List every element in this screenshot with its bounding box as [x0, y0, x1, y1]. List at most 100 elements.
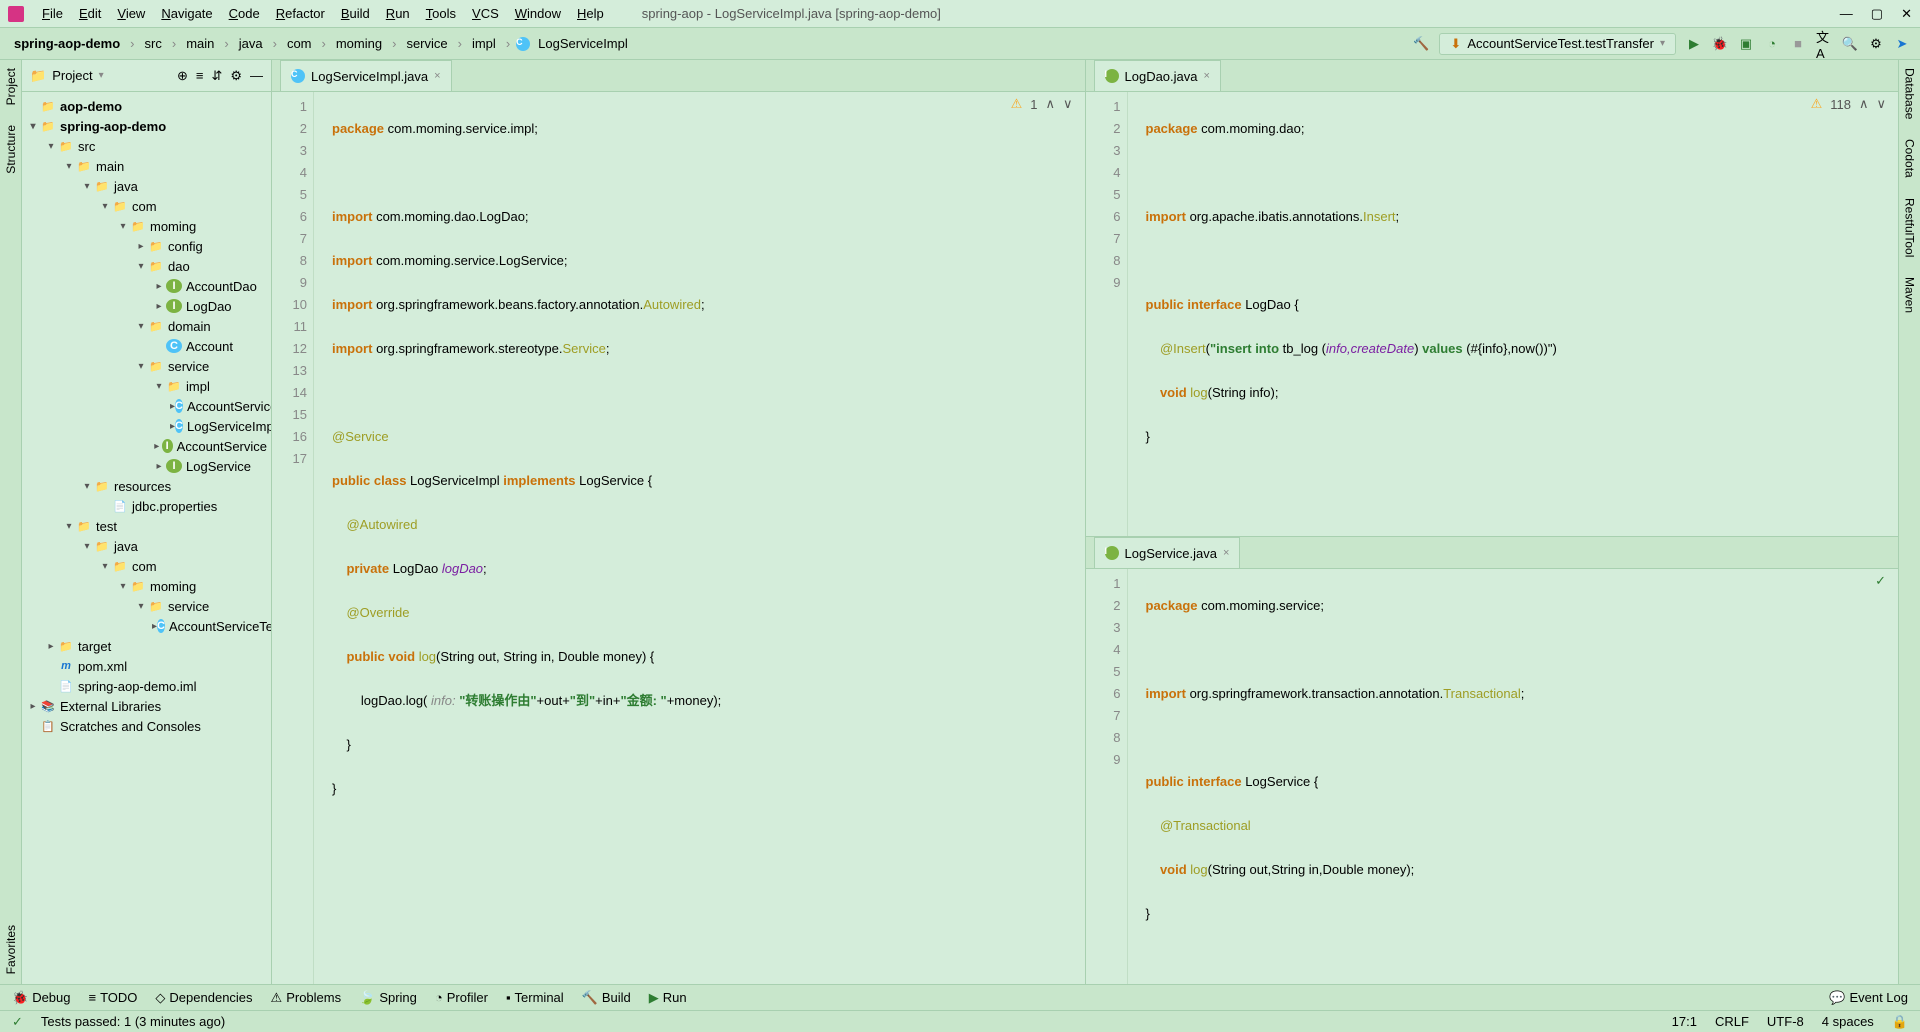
- status-line-sep[interactable]: CRLF: [1715, 1014, 1749, 1029]
- menu-navigate[interactable]: Navigate: [153, 3, 220, 24]
- menu-edit[interactable]: Edit: [71, 3, 109, 24]
- menu-window[interactable]: Window: [507, 3, 569, 24]
- interface-icon: I: [166, 279, 182, 293]
- folder-icon: 📁: [58, 139, 74, 153]
- tool-restfultool[interactable]: RestfulTool: [1903, 198, 1917, 257]
- project-folder-icon: 📁: [30, 68, 46, 84]
- settings-gear-icon[interactable]: ⚙: [230, 68, 242, 84]
- tool-terminal[interactable]: ▪Terminal: [506, 990, 564, 1005]
- tab-close-icon[interactable]: ×: [1223, 547, 1229, 559]
- tool-codota[interactable]: Codota: [1903, 139, 1917, 178]
- terminal-icon: ▪: [506, 990, 511, 1005]
- debug-icon[interactable]: 🐞: [1712, 36, 1728, 52]
- tool-dependencies[interactable]: ◇Dependencies: [155, 990, 252, 1006]
- status-lock-icon[interactable]: 🔒: [1892, 1014, 1908, 1030]
- properties-icon: 📄: [112, 499, 128, 513]
- folder-icon: 📁: [112, 199, 128, 213]
- project-tree[interactable]: 📁aop-demo ▾📁spring-aop-demo ▾📁src ▾📁main…: [22, 92, 271, 984]
- status-encoding[interactable]: UTF-8: [1767, 1014, 1804, 1029]
- tool-structure[interactable]: Structure: [4, 125, 18, 174]
- search-icon[interactable]: 🔍: [1842, 36, 1858, 52]
- tool-profiler[interactable]: ◔Profiler: [435, 990, 488, 1005]
- menu-refactor[interactable]: Refactor: [268, 3, 333, 24]
- tool-maven[interactable]: Maven: [1903, 277, 1917, 313]
- tool-spring[interactable]: 🍃Spring: [359, 990, 417, 1006]
- interface-icon: I: [166, 459, 182, 473]
- collapse-icon[interactable]: ⇵: [211, 68, 222, 84]
- breadcrumb-file[interactable]: LogServiceImpl: [534, 36, 632, 51]
- next-warning-icon[interactable]: ∨: [1876, 96, 1886, 112]
- tab-logservice[interactable]: I LogService.java ×: [1094, 537, 1241, 568]
- status-cursor-pos[interactable]: 17:1: [1672, 1014, 1697, 1029]
- interface-icon: I: [1105, 69, 1119, 83]
- next-warning-icon[interactable]: ∨: [1063, 96, 1073, 112]
- maximize-icon[interactable]: ▢: [1871, 6, 1883, 22]
- tab-close-icon[interactable]: ×: [434, 70, 440, 82]
- tool-run[interactable]: ▶Run: [649, 990, 687, 1006]
- prev-warning-icon[interactable]: ∧: [1859, 96, 1869, 112]
- locate-icon[interactable]: ⊕: [177, 68, 188, 84]
- class-icon: C: [157, 619, 165, 633]
- warning-count: 1: [1030, 97, 1037, 112]
- line-gutter: 123456789: [1086, 92, 1128, 536]
- breadcrumb-java[interactable]: java: [235, 36, 267, 51]
- minimize-icon[interactable]: —: [1840, 6, 1853, 22]
- folder-icon: 📁: [130, 219, 146, 233]
- folder-icon: 📁: [58, 639, 74, 653]
- folder-icon: 📁: [148, 259, 164, 273]
- menu-run[interactable]: Run: [378, 3, 418, 24]
- run-icon[interactable]: ▶: [1686, 36, 1702, 52]
- tool-project[interactable]: Project: [4, 68, 18, 105]
- settings-icon[interactable]: ⚙: [1868, 36, 1884, 52]
- coverage-icon[interactable]: ▣: [1738, 36, 1754, 52]
- editor-logservice[interactable]: 123456789 package com.moming.service; im…: [1086, 569, 1899, 984]
- menu-file[interactable]: File: [34, 3, 71, 24]
- breadcrumb-service[interactable]: service: [402, 36, 451, 51]
- close-icon[interactable]: ✕: [1901, 6, 1912, 22]
- breadcrumb-src[interactable]: src: [141, 36, 166, 51]
- menu-help[interactable]: Help: [569, 3, 612, 24]
- stop-icon[interactable]: ■: [1790, 36, 1806, 52]
- menu-view[interactable]: View: [109, 3, 153, 24]
- menu-vcs[interactable]: VCS: [464, 3, 507, 24]
- folder-icon: 📁: [148, 239, 164, 253]
- breadcrumb-project[interactable]: spring-aop-demo: [10, 36, 124, 51]
- folder-icon: 📁: [94, 179, 110, 193]
- event-log[interactable]: 💬Event Log: [1829, 990, 1908, 1006]
- tab-logserviceimpl[interactable]: C LogServiceImpl.java ×: [280, 60, 452, 91]
- tab-logdao[interactable]: I LogDao.java ×: [1094, 60, 1221, 91]
- tool-build[interactable]: 🔨Build: [582, 990, 631, 1006]
- status-indent[interactable]: 4 spaces: [1822, 1014, 1874, 1029]
- tool-database[interactable]: Database: [1903, 68, 1917, 119]
- prev-warning-icon[interactable]: ∧: [1045, 96, 1055, 112]
- menu-code[interactable]: Code: [221, 3, 268, 24]
- tab-close-icon[interactable]: ×: [1204, 70, 1210, 82]
- run-config-selector[interactable]: ⬇ AccountServiceTest.testTransfer ▾: [1439, 33, 1676, 55]
- eventlog-icon: 💬: [1829, 990, 1845, 1006]
- breadcrumb-impl[interactable]: impl: [468, 36, 500, 51]
- tool-favorites[interactable]: Favorites: [4, 925, 18, 974]
- breadcrumb-main[interactable]: main: [182, 36, 218, 51]
- breadcrumb-moming[interactable]: moming: [332, 36, 386, 51]
- tool-problems[interactable]: ⚠Problems: [271, 990, 342, 1006]
- translate-icon[interactable]: 文A: [1816, 36, 1832, 52]
- build-hammer-icon[interactable]: 🔨: [1413, 36, 1429, 52]
- forward-icon[interactable]: ➤: [1894, 36, 1910, 52]
- play-icon: ▶: [649, 990, 659, 1006]
- spring-icon: 🍃: [359, 990, 375, 1006]
- class-icon: C: [291, 69, 305, 83]
- editor-logserviceimpl[interactable]: 1234567891011121314151617 package com.mo…: [272, 92, 1085, 984]
- expand-icon[interactable]: ≡: [196, 68, 204, 84]
- breadcrumb-com[interactable]: com: [283, 36, 316, 51]
- menu-tools[interactable]: Tools: [418, 3, 464, 24]
- tool-todo[interactable]: ≡TODO: [89, 990, 138, 1005]
- folder-icon: 📁: [148, 599, 164, 613]
- folder-icon: 📁: [148, 359, 164, 373]
- menu-build[interactable]: Build: [333, 3, 378, 24]
- editor-logdao[interactable]: 123456789 package com.moming.dao; import…: [1086, 92, 1899, 536]
- hide-icon[interactable]: —: [250, 68, 263, 84]
- line-gutter: 1234567891011121314151617: [272, 92, 314, 984]
- warning-icon: ⚠: [1011, 96, 1023, 112]
- profile-icon[interactable]: ◔: [1764, 36, 1780, 52]
- tool-debug[interactable]: 🐞Debug: [12, 990, 71, 1006]
